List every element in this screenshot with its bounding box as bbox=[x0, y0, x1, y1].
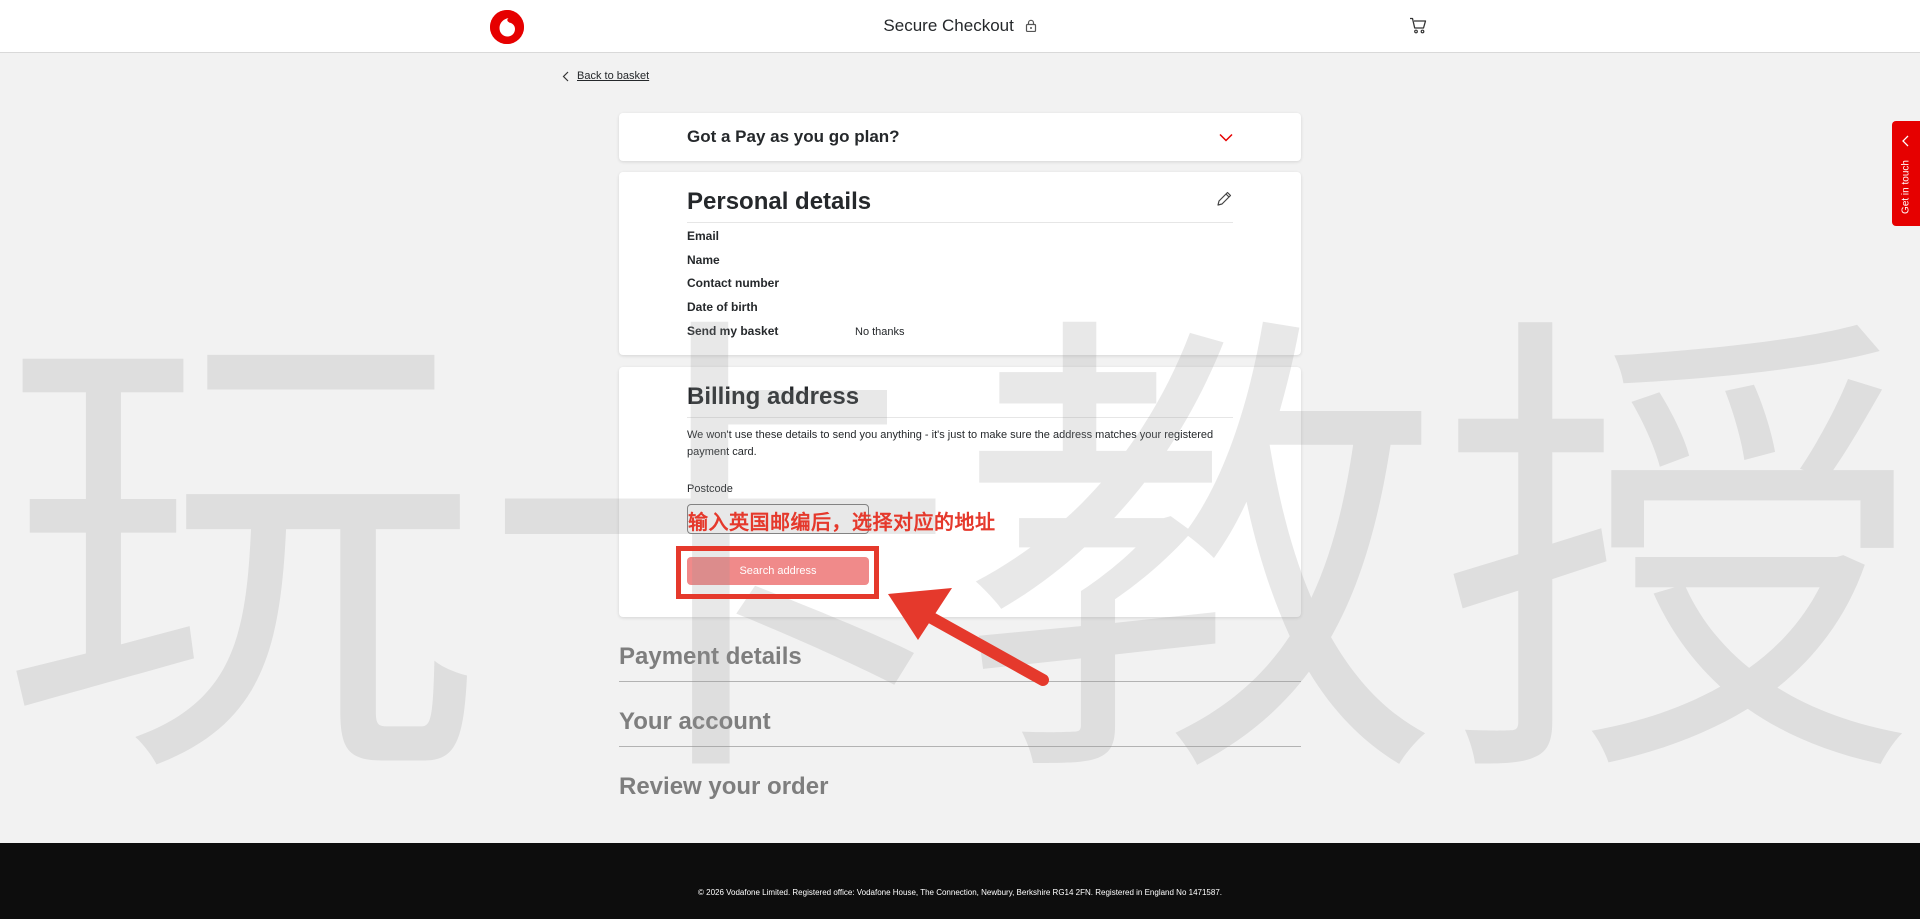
divider bbox=[687, 222, 1233, 223]
payment-details-section[interactable]: Payment details bbox=[619, 643, 1301, 682]
lock-icon bbox=[1025, 17, 1037, 37]
contact-number-label: Contact number bbox=[687, 276, 780, 290]
cart-icon[interactable] bbox=[1409, 17, 1427, 39]
chevron-left-icon bbox=[562, 71, 569, 81]
page-title: Secure Checkout bbox=[0, 16, 1920, 37]
site-footer: © 2026 Vodafone Limited. Registered offi… bbox=[0, 843, 1920, 919]
personal-details-heading: Personal details bbox=[687, 188, 872, 215]
billing-address-heading: Billing address bbox=[687, 383, 860, 410]
back-to-basket-link[interactable]: Back to basket bbox=[562, 70, 649, 82]
site-header: Secure Checkout bbox=[0, 0, 1920, 53]
chevron-left-icon bbox=[1902, 135, 1909, 147]
name-label: Name bbox=[687, 253, 720, 267]
highlight-box bbox=[676, 546, 879, 599]
secure-checkout-title: Secure Checkout bbox=[883, 16, 1014, 35]
send-basket-value: No thanks bbox=[855, 326, 905, 338]
divider bbox=[687, 417, 1233, 418]
personal-details-card: Personal details Email Name Contact numb… bbox=[619, 172, 1301, 355]
get-in-touch-label: Get in touch bbox=[1900, 160, 1912, 214]
back-to-basket-label: Back to basket bbox=[577, 70, 650, 82]
review-order-section[interactable]: Review your order bbox=[619, 773, 1301, 811]
send-basket-label: Send my basket bbox=[687, 324, 779, 338]
email-label: Email bbox=[687, 229, 720, 243]
footer-legal-text: © 2026 Vodafone Limited. Registered offi… bbox=[698, 888, 1222, 897]
chevron-down-icon[interactable] bbox=[1219, 129, 1233, 147]
payg-title: Got a Pay as you go plan? bbox=[687, 127, 900, 146]
pencil-edit-icon[interactable] bbox=[1215, 190, 1233, 213]
billing-note: We won't use these details to send you a… bbox=[687, 429, 1214, 458]
get-in-touch-tab[interactable]: Get in touch bbox=[1892, 121, 1920, 226]
date-of-birth-label: Date of birth bbox=[687, 300, 758, 314]
postcode-label: Postcode bbox=[687, 483, 733, 495]
your-account-section[interactable]: Your account bbox=[619, 708, 1301, 747]
payg-accordion[interactable]: Got a Pay as you go plan? bbox=[619, 113, 1301, 161]
instruction-annotation: 输入英国邮编后，选择对应的地址 bbox=[688, 512, 996, 534]
